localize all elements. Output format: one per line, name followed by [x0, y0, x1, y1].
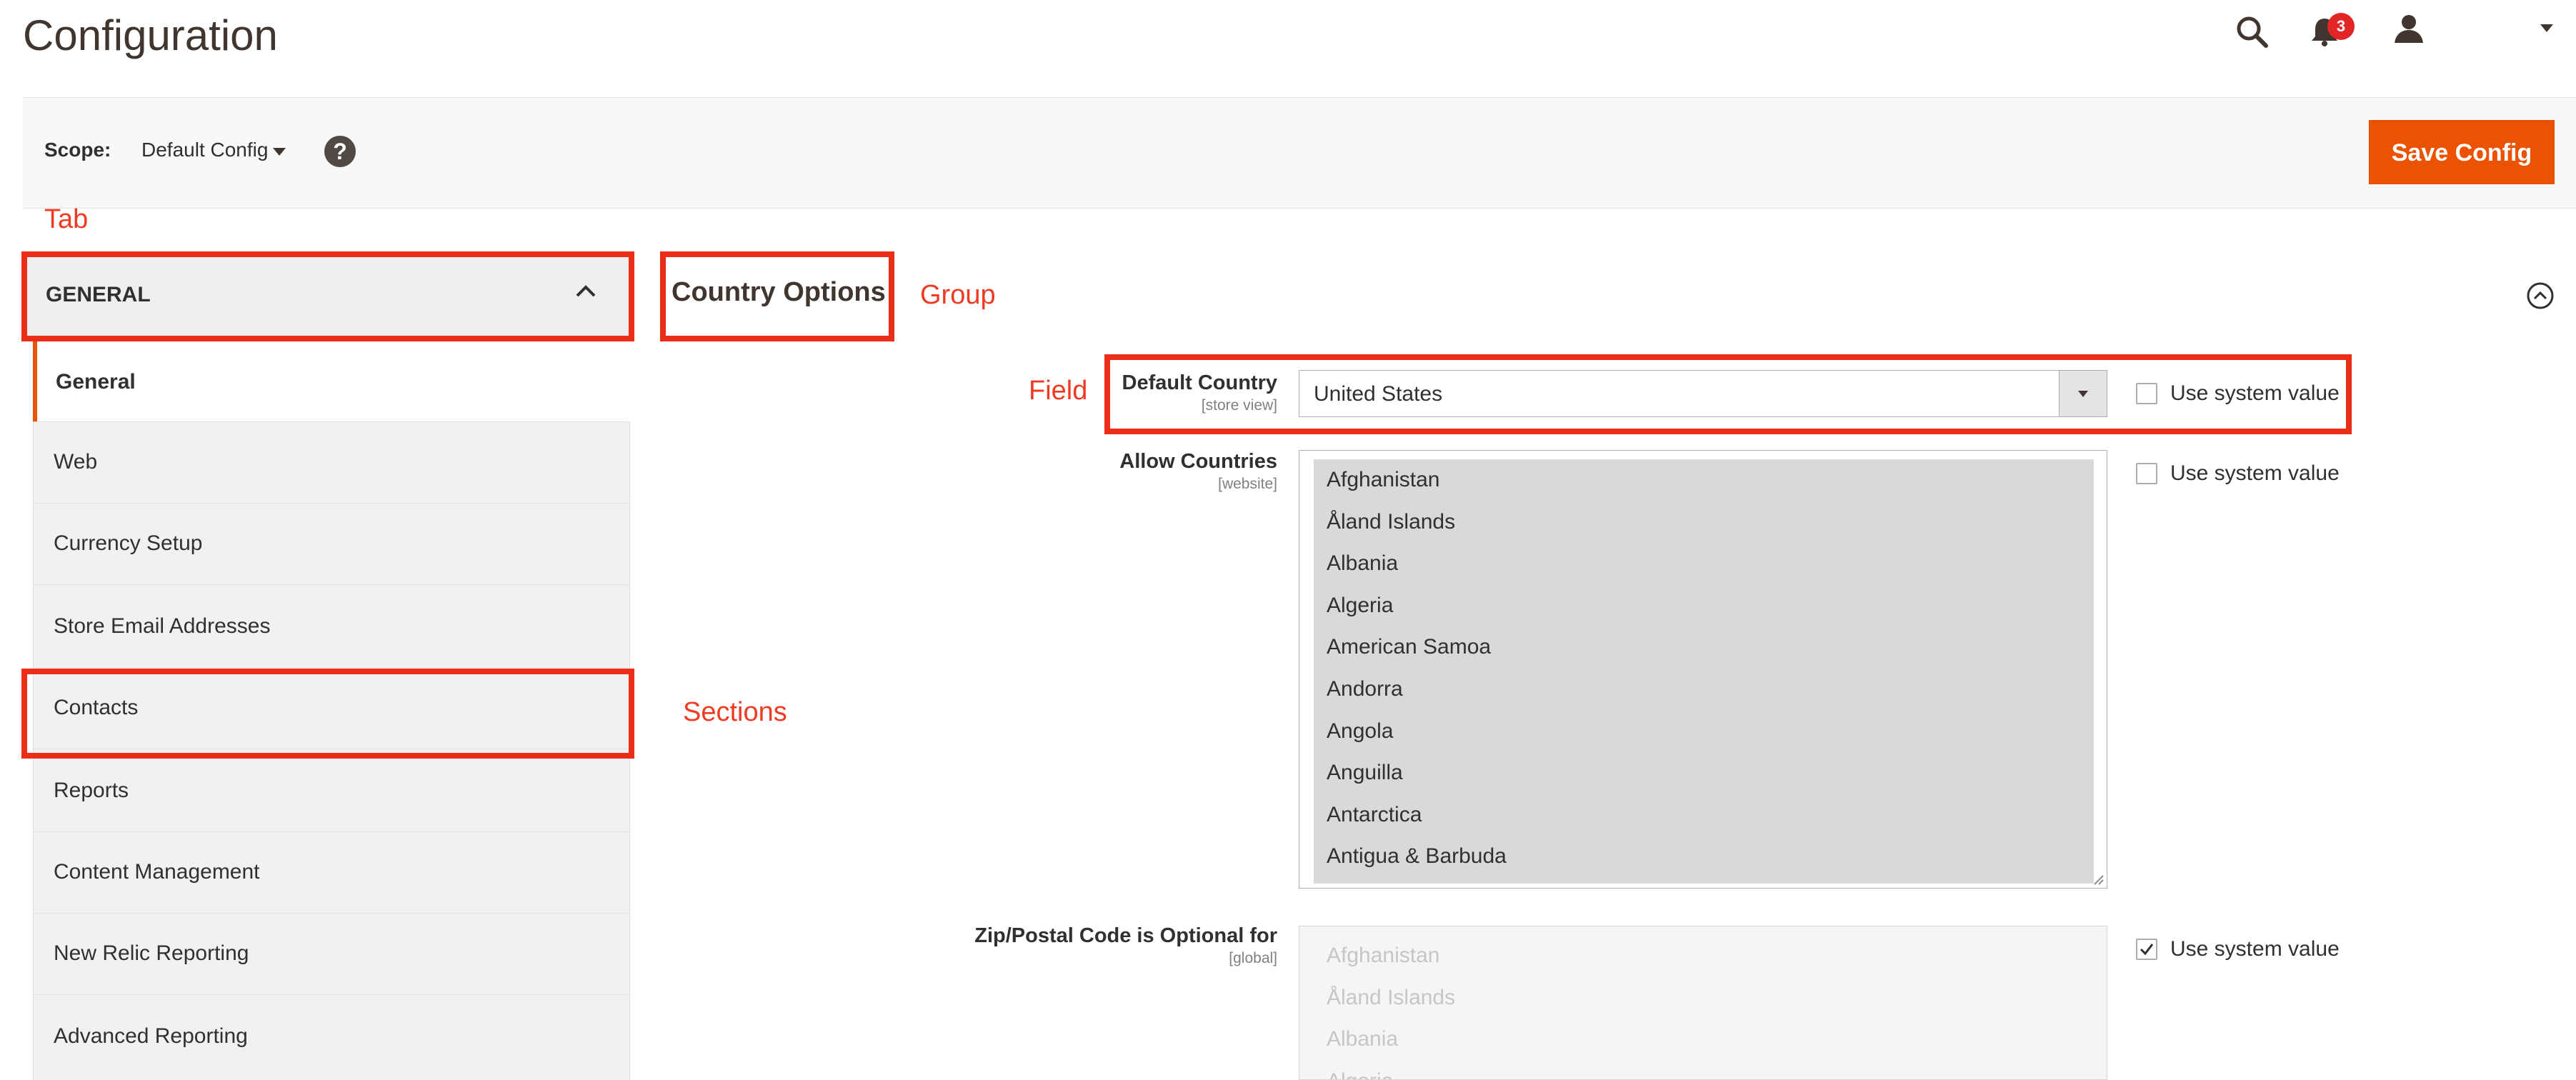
- list-item[interactable]: Åland Islands: [1314, 501, 2094, 544]
- list-item[interactable]: American Samoa: [1314, 626, 2094, 669]
- sidebar-item-reports[interactable]: Reports: [54, 779, 129, 803]
- zip-optional-multiselect: Afghanistan Åland Islands Albania Algeri…: [1299, 926, 2107, 1080]
- use-system-value-label[interactable]: Use system value: [2170, 461, 2340, 486]
- sidebar-item-currency-setup[interactable]: Currency Setup: [54, 531, 202, 556]
- sidebar-item-advanced-reporting[interactable]: Advanced Reporting: [54, 1024, 248, 1049]
- annotation-box-field: [1104, 354, 2352, 434]
- scope-label: Scope:: [44, 139, 111, 161]
- annotation-box-tab: [21, 251, 634, 341]
- sidebar-item-store-email-addresses[interactable]: Store Email Addresses: [54, 614, 270, 639]
- user-icon[interactable]: [2393, 13, 2425, 44]
- divider: [34, 503, 629, 504]
- save-config-button[interactable]: Save Config: [2369, 120, 2555, 184]
- list-item[interactable]: Algeria: [1314, 585, 2094, 627]
- zip-optional-label: Zip/Postal Code is Optional for: [974, 924, 1277, 947]
- list-item[interactable]: Angola: [1314, 711, 2094, 753]
- allow-countries-scope: [website]: [1218, 476, 1277, 492]
- zip-optional-scope: [global]: [1229, 950, 1277, 966]
- allow-countries-multiselect[interactable]: Afghanistan Åland Islands Albania Algeri…: [1299, 450, 2107, 889]
- help-icon[interactable]: ?: [324, 136, 356, 167]
- divider: [34, 994, 629, 995]
- search-icon[interactable]: [2235, 14, 2269, 49]
- annotation-box-group: [660, 251, 894, 341]
- sidebar-item-general[interactable]: General: [33, 341, 630, 421]
- annotation-tab-label: Tab: [44, 204, 89, 234]
- list-item: Algeria: [1314, 1061, 2094, 1079]
- caret-down-icon[interactable]: [2540, 24, 2553, 33]
- scope-switcher[interactable]: Default Config: [141, 139, 268, 161]
- allow-countries-use-system-checkbox[interactable]: [2136, 463, 2157, 484]
- divider: [34, 831, 629, 832]
- list-item: Albania: [1327, 1027, 1399, 1051]
- divider: [34, 421, 629, 422]
- zip-optional-use-system-checkbox[interactable]: [2136, 939, 2157, 960]
- list-item[interactable]: Anguilla: [1314, 752, 2094, 794]
- collapse-icon[interactable]: [2526, 281, 2555, 314]
- sidebar-item-label: General: [56, 370, 136, 394]
- checkmark-icon: [2140, 944, 2154, 956]
- use-system-value-label[interactable]: Use system value: [2170, 937, 2340, 961]
- list-item[interactable]: Albania: [1314, 543, 2094, 585]
- scope-caret-icon[interactable]: [273, 147, 286, 160]
- list-item: Åland Islands: [1327, 985, 1456, 1009]
- allow-countries-label: Allow Countries: [1119, 450, 1277, 473]
- divider: [34, 667, 629, 668]
- sidebar-item-web[interactable]: Web: [54, 450, 97, 474]
- notification-badge[interactable]: 3: [2327, 13, 2355, 40]
- scope-bar: [23, 97, 2576, 209]
- sidebar-item-content-management[interactable]: Content Management: [54, 860, 260, 884]
- resize-handle-icon[interactable]: [2092, 873, 2105, 889]
- list-item[interactable]: Antarctica: [1314, 794, 2094, 836]
- list-item[interactable]: Antigua & Barbuda: [1314, 836, 2094, 878]
- list-item: Afghanistan: [1327, 944, 1440, 967]
- sidebar-item-new-relic-reporting[interactable]: New Relic Reporting: [54, 941, 249, 966]
- list-item[interactable]: Afghanistan: [1314, 459, 2094, 501]
- annotation-sections-label: Sections: [683, 697, 787, 727]
- annotation-box-sections: [21, 669, 634, 759]
- page-title: Configuration: [23, 11, 278, 59]
- list-item[interactable]: Andorra: [1314, 669, 2094, 711]
- annotation-group-label: Group: [920, 280, 996, 310]
- divider: [34, 913, 629, 914]
- divider: [34, 584, 629, 585]
